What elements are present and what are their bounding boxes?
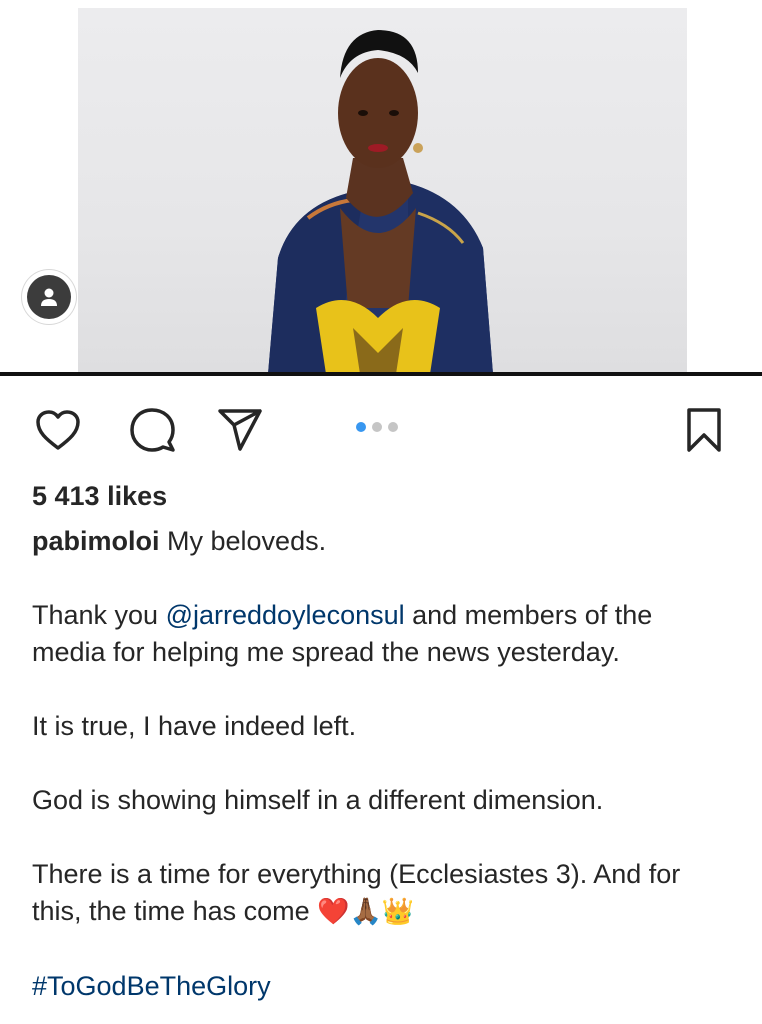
send-icon [218, 409, 262, 451]
post-photo[interactable] [78, 8, 687, 374]
heart-emoji: ❤️ [317, 897, 350, 927]
likes-count[interactable]: 5 413 likes [32, 478, 732, 515]
post-media[interactable] [0, 0, 762, 374]
like-button[interactable] [30, 402, 86, 458]
share-button[interactable] [212, 402, 268, 458]
comment-icon [130, 408, 175, 452]
carousel-dot-active [356, 422, 366, 432]
bookmark-icon [687, 408, 721, 452]
post-details: 5 413 likes pabimoloi My beloveds. Thank… [32, 478, 732, 1005]
hashtag-link[interactable]: #ToGodBeTheGlory [32, 971, 271, 1001]
carousel-dot [372, 422, 382, 432]
caption-thank-prefix: Thank you [32, 600, 166, 630]
caption-paragraph: God is showing himself in a different di… [32, 785, 604, 815]
heart-icon [36, 410, 80, 450]
caption-intro: My beloveds. [167, 526, 327, 556]
post-caption: pabimoloi My beloveds. Thank you @jarred… [32, 523, 732, 1005]
crown-emoji: 👑 [381, 897, 415, 927]
post-action-bar [0, 392, 762, 466]
mention-link[interactable]: @jarreddoyleconsul [166, 600, 405, 630]
tagged-profile-button[interactable] [22, 270, 76, 324]
comment-button[interactable] [124, 402, 180, 458]
person-icon [41, 288, 57, 306]
carousel-indicator [356, 422, 398, 432]
carousel-dot [388, 422, 398, 432]
author-username[interactable]: pabimoloi [32, 526, 160, 556]
media-divider [0, 372, 762, 376]
praying-hands-emoji: 🙏🏾 [349, 897, 382, 927]
portrait-illustration [268, 30, 493, 374]
caption-paragraph: It is true, I have indeed left. [32, 711, 357, 741]
save-button[interactable] [676, 402, 732, 458]
